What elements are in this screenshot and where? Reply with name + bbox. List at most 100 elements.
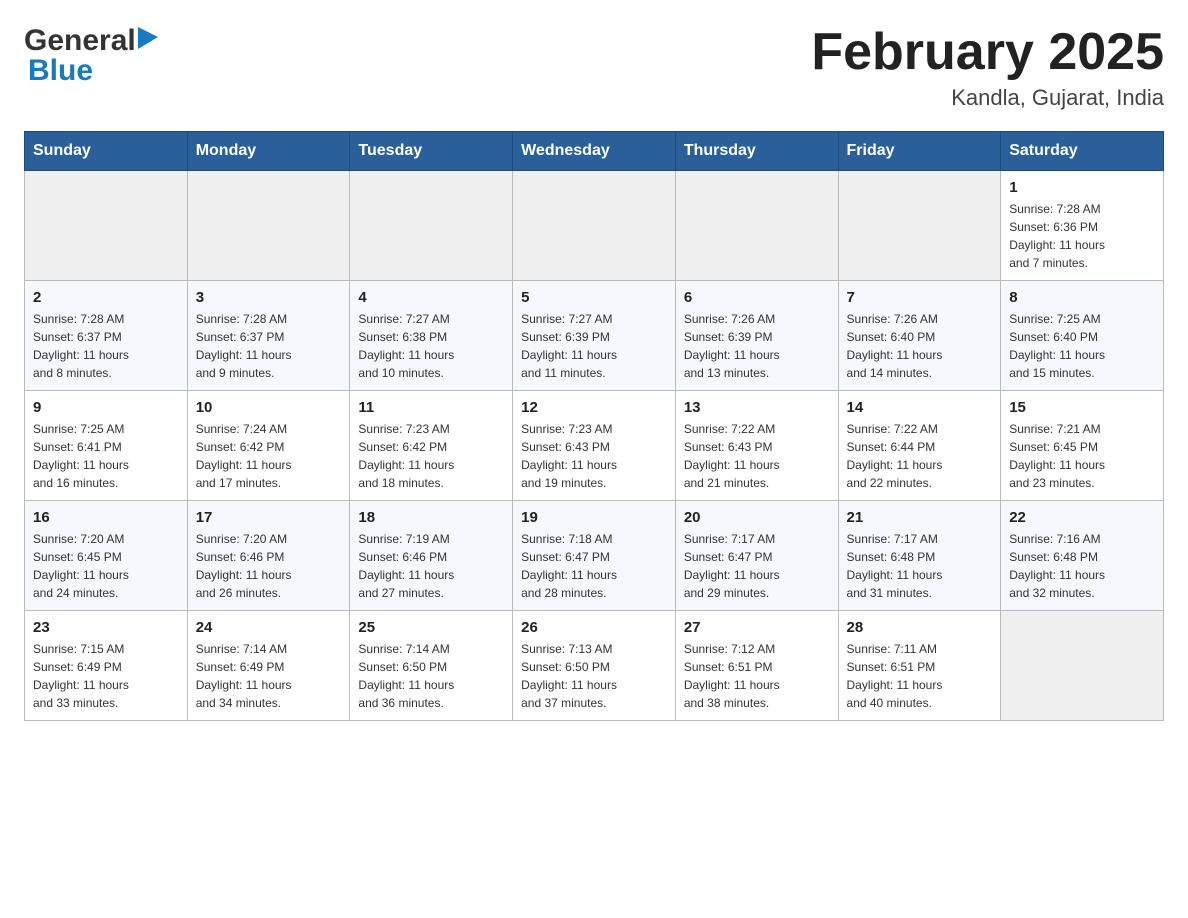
- day-number: 25: [358, 619, 504, 636]
- day-number: 9: [33, 399, 179, 416]
- table-row: 12 Sunrise: 7:23 AM Sunset: 6:43 PM Dayli…: [513, 391, 676, 501]
- table-row: 3 Sunrise: 7:28 AM Sunset: 6:37 PM Daylig…: [187, 281, 350, 391]
- col-thursday: Thursday: [675, 132, 838, 171]
- day-number: 12: [521, 399, 667, 416]
- day-info: Sunrise: 7:18 AM Sunset: 6:47 PM Dayligh…: [521, 530, 667, 602]
- day-number: 5: [521, 289, 667, 306]
- calendar-week-row: 1 Sunrise: 7:28 AM Sunset: 6:36 PM Daylig…: [25, 171, 1164, 281]
- day-number: 15: [1009, 399, 1155, 416]
- month-title: February 2025: [811, 24, 1164, 81]
- table-row: 4 Sunrise: 7:27 AM Sunset: 6:38 PM Daylig…: [350, 281, 513, 391]
- day-number: 23: [33, 619, 179, 636]
- day-info: Sunrise: 7:22 AM Sunset: 6:44 PM Dayligh…: [847, 420, 993, 492]
- table-row: 5 Sunrise: 7:27 AM Sunset: 6:39 PM Daylig…: [513, 281, 676, 391]
- table-row: 1 Sunrise: 7:28 AM Sunset: 6:36 PM Daylig…: [1001, 171, 1164, 281]
- day-number: 16: [33, 509, 179, 526]
- day-info: Sunrise: 7:21 AM Sunset: 6:45 PM Dayligh…: [1009, 420, 1155, 492]
- calendar-header-row: Sunday Monday Tuesday Wednesday Thursday…: [25, 132, 1164, 171]
- day-number: 3: [196, 289, 342, 306]
- table-row: 7 Sunrise: 7:26 AM Sunset: 6:40 PM Daylig…: [838, 281, 1001, 391]
- day-info: Sunrise: 7:23 AM Sunset: 6:43 PM Dayligh…: [521, 420, 667, 492]
- col-friday: Friday: [838, 132, 1001, 171]
- day-number: 24: [196, 619, 342, 636]
- day-number: 22: [1009, 509, 1155, 526]
- table-row: [838, 171, 1001, 281]
- day-info: Sunrise: 7:28 AM Sunset: 6:37 PM Dayligh…: [33, 310, 179, 382]
- day-info: Sunrise: 7:15 AM Sunset: 6:49 PM Dayligh…: [33, 640, 179, 712]
- day-number: 1: [1009, 179, 1155, 196]
- day-info: Sunrise: 7:17 AM Sunset: 6:48 PM Dayligh…: [847, 530, 993, 602]
- table-row: 11 Sunrise: 7:23 AM Sunset: 6:42 PM Dayli…: [350, 391, 513, 501]
- day-info: Sunrise: 7:28 AM Sunset: 6:36 PM Dayligh…: [1009, 200, 1155, 272]
- day-info: Sunrise: 7:26 AM Sunset: 6:39 PM Dayligh…: [684, 310, 830, 382]
- day-info: Sunrise: 7:20 AM Sunset: 6:45 PM Dayligh…: [33, 530, 179, 602]
- day-number: 7: [847, 289, 993, 306]
- day-info: Sunrise: 7:27 AM Sunset: 6:39 PM Dayligh…: [521, 310, 667, 382]
- day-info: Sunrise: 7:25 AM Sunset: 6:40 PM Dayligh…: [1009, 310, 1155, 382]
- logo-blue-text: Blue: [28, 54, 158, 88]
- day-info: Sunrise: 7:25 AM Sunset: 6:41 PM Dayligh…: [33, 420, 179, 492]
- table-row: 18 Sunrise: 7:19 AM Sunset: 6:46 PM Dayli…: [350, 501, 513, 611]
- location-title: Kandla, Gujarat, India: [811, 85, 1164, 111]
- table-row: 25Sunrise: 7:14 AM Sunset: 6:50 PM Dayli…: [350, 611, 513, 721]
- day-number: 11: [358, 399, 504, 416]
- day-info: Sunrise: 7:12 AM Sunset: 6:51 PM Dayligh…: [684, 640, 830, 712]
- day-number: 20: [684, 509, 830, 526]
- calendar-week-row: 2Sunrise: 7:28 AM Sunset: 6:37 PM Daylig…: [25, 281, 1164, 391]
- table-row: 8Sunrise: 7:25 AM Sunset: 6:40 PM Daylig…: [1001, 281, 1164, 391]
- day-number: 14: [847, 399, 993, 416]
- table-row: [187, 171, 350, 281]
- col-wednesday: Wednesday: [513, 132, 676, 171]
- table-row: 15 Sunrise: 7:21 AM Sunset: 6:45 PM Dayli…: [1001, 391, 1164, 501]
- table-row: 14 Sunrise: 7:22 AM Sunset: 6:44 PM Dayli…: [838, 391, 1001, 501]
- table-row: 9 Sunrise: 7:25 AM Sunset: 6:41 PM Daylig…: [25, 391, 188, 501]
- table-row: 17 Sunrise: 7:20 AM Sunset: 6:46 PM Dayli…: [187, 501, 350, 611]
- day-info: Sunrise: 7:24 AM Sunset: 6:42 PM Dayligh…: [196, 420, 342, 492]
- day-number: 21: [847, 509, 993, 526]
- day-number: 17: [196, 509, 342, 526]
- table-row: 20 Sunrise: 7:17 AM Sunset: 6:47 PM Dayli…: [675, 501, 838, 611]
- table-row: 22Sunrise: 7:16 AM Sunset: 6:48 PM Dayli…: [1001, 501, 1164, 611]
- page-header: General Blue February 2025 Kandla, Gujar…: [24, 24, 1164, 111]
- table-row: 26Sunrise: 7:13 AM Sunset: 6:50 PM Dayli…: [513, 611, 676, 721]
- table-row: 19 Sunrise: 7:18 AM Sunset: 6:47 PM Dayli…: [513, 501, 676, 611]
- table-row: 2Sunrise: 7:28 AM Sunset: 6:37 PM Daylig…: [25, 281, 188, 391]
- calendar-week-row: 23 Sunrise: 7:15 AM Sunset: 6:49 PM Dayli…: [25, 611, 1164, 721]
- day-number: 4: [358, 289, 504, 306]
- col-sunday: Sunday: [25, 132, 188, 171]
- col-monday: Monday: [187, 132, 350, 171]
- table-row: [513, 171, 676, 281]
- day-info: Sunrise: 7:26 AM Sunset: 6:40 PM Dayligh…: [847, 310, 993, 382]
- day-info: Sunrise: 7:28 AM Sunset: 6:37 PM Dayligh…: [196, 310, 342, 382]
- table-row: 13 Sunrise: 7:22 AM Sunset: 6:43 PM Dayli…: [675, 391, 838, 501]
- table-row: 23 Sunrise: 7:15 AM Sunset: 6:49 PM Dayli…: [25, 611, 188, 721]
- col-tuesday: Tuesday: [350, 132, 513, 171]
- day-info: Sunrise: 7:19 AM Sunset: 6:46 PM Dayligh…: [358, 530, 504, 602]
- day-number: 18: [358, 509, 504, 526]
- logo-general-text: General: [24, 24, 136, 58]
- calendar-week-row: 16 Sunrise: 7:20 AM Sunset: 6:45 PM Dayli…: [25, 501, 1164, 611]
- day-number: 10: [196, 399, 342, 416]
- day-info: Sunrise: 7:23 AM Sunset: 6:42 PM Dayligh…: [358, 420, 504, 492]
- day-number: 6: [684, 289, 830, 306]
- table-row: 24 Sunrise: 7:14 AM Sunset: 6:49 PM Dayli…: [187, 611, 350, 721]
- day-info: Sunrise: 7:11 AM Sunset: 6:51 PM Dayligh…: [847, 640, 993, 712]
- table-row: [25, 171, 188, 281]
- day-info: Sunrise: 7:20 AM Sunset: 6:46 PM Dayligh…: [196, 530, 342, 602]
- day-info: Sunrise: 7:14 AM Sunset: 6:49 PM Dayligh…: [196, 640, 342, 712]
- day-number: 13: [684, 399, 830, 416]
- day-info: Sunrise: 7:13 AM Sunset: 6:50 PM Dayligh…: [521, 640, 667, 712]
- day-info: Sunrise: 7:27 AM Sunset: 6:38 PM Dayligh…: [358, 310, 504, 382]
- logo-flag-icon: [138, 27, 158, 49]
- logo: General Blue: [24, 24, 158, 88]
- table-row: 21 Sunrise: 7:17 AM Sunset: 6:48 PM Dayli…: [838, 501, 1001, 611]
- table-row: 28Sunrise: 7:11 AM Sunset: 6:51 PM Dayli…: [838, 611, 1001, 721]
- day-number: 19: [521, 509, 667, 526]
- table-row: [1001, 611, 1164, 721]
- day-number: 27: [684, 619, 830, 636]
- col-saturday: Saturday: [1001, 132, 1164, 171]
- table-row: 10 Sunrise: 7:24 AM Sunset: 6:42 PM Dayli…: [187, 391, 350, 501]
- day-info: Sunrise: 7:17 AM Sunset: 6:47 PM Dayligh…: [684, 530, 830, 602]
- table-row: [675, 171, 838, 281]
- day-info: Sunrise: 7:22 AM Sunset: 6:43 PM Dayligh…: [684, 420, 830, 492]
